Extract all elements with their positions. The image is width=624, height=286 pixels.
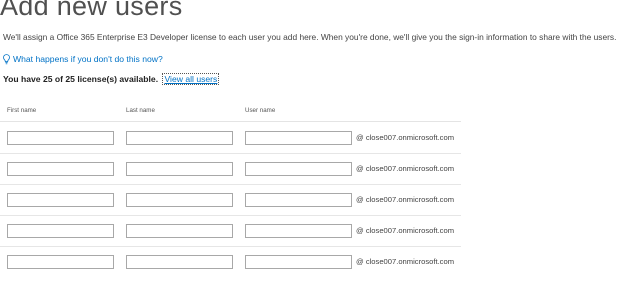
view-all-users-link[interactable]: View all users — [162, 73, 220, 85]
user-name-input[interactable] — [245, 224, 352, 238]
first-name-input[interactable] — [7, 193, 114, 207]
row-divider — [0, 246, 461, 247]
row-divider — [0, 184, 461, 185]
first-name-input[interactable] — [7, 162, 114, 176]
domain-suffix: @ close007.onmicrosoft.com — [356, 164, 455, 173]
last-name-input[interactable] — [126, 193, 233, 207]
header-divider — [0, 121, 461, 122]
lightbulb-icon — [3, 53, 10, 65]
row-divider — [0, 215, 461, 216]
user-row: @ close007.onmicrosoft.com — [0, 162, 461, 193]
help-link[interactable]: What happens if you don't do this now? — [3, 53, 163, 65]
first-name-input[interactable] — [7, 131, 114, 145]
help-link-label: What happens if you don't do this now? — [13, 54, 163, 64]
last-name-header: Last name — [126, 107, 155, 114]
last-name-input[interactable] — [126, 162, 233, 176]
domain-suffix: @ close007.onmicrosoft.com — [356, 226, 455, 235]
user-name-input[interactable] — [245, 162, 352, 176]
domain-suffix: @ close007.onmicrosoft.com — [356, 257, 455, 266]
license-status: You have 25 of 25 license(s) available. … — [3, 73, 220, 85]
domain-suffix: @ close007.onmicrosoft.com — [356, 133, 455, 142]
first-name-input[interactable] — [7, 224, 114, 238]
domain-suffix: @ close007.onmicrosoft.com — [356, 195, 455, 204]
user-name-input[interactable] — [245, 255, 352, 269]
page-title: Add new users — [0, 0, 183, 21]
license-count-text: You have 25 of 25 license(s) available. — [3, 74, 159, 84]
last-name-input[interactable] — [126, 131, 233, 145]
last-name-input[interactable] — [126, 224, 233, 238]
user-row: @ close007.onmicrosoft.com — [0, 193, 461, 224]
user-name-input[interactable] — [245, 131, 352, 145]
first-name-header: First name — [7, 107, 37, 114]
intro-text: We'll assign a Office 365 Enterprise E3 … — [3, 32, 617, 42]
user-row: @ close007.onmicrosoft.com — [0, 255, 461, 286]
row-divider — [0, 153, 461, 154]
user-row: @ close007.onmicrosoft.com — [0, 131, 461, 162]
user-name-header: User name — [245, 107, 276, 114]
last-name-input[interactable] — [126, 255, 233, 269]
first-name-input[interactable] — [7, 255, 114, 269]
user-row: @ close007.onmicrosoft.com — [0, 224, 461, 255]
user-name-input[interactable] — [245, 193, 352, 207]
